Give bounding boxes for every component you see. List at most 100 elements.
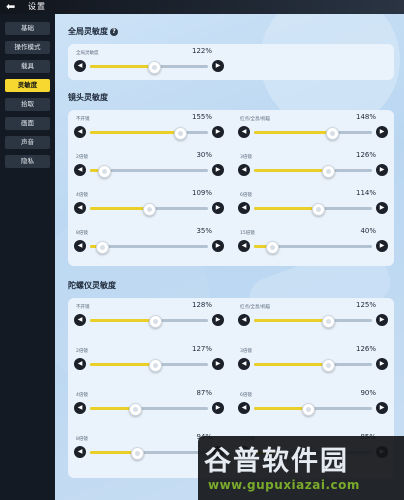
slider-thumb[interactable] [131,447,145,460]
slider-track[interactable] [90,359,208,372]
slider-label: 8倍镜 [76,231,88,236]
increase-icon[interactable]: ▶ [212,402,224,414]
slider-label: 15倍镜 [240,231,255,236]
slider-value: 128% [191,301,212,309]
slider-value: 127% [191,345,212,353]
slider-control: ◀▶ [238,358,388,372]
slider-thumb[interactable] [265,241,279,254]
slider-track[interactable] [90,447,208,460]
sensitivity-panel: 全局灵敏度? 全局灵敏度 122% ◀ ▶ 镜头灵敏度 不开镜 155% ◀ ▶ 红点/全息/… [60,14,398,500]
decrease-icon[interactable]: ◀ [238,314,250,326]
slider-track[interactable] [254,315,372,328]
decrease-icon[interactable]: ◀ [238,402,250,414]
slider-thumb[interactable] [148,359,162,372]
slider-track[interactable] [254,241,372,254]
gyro-slider-2: 2倍镜 127% ◀ ▶ [72,344,226,376]
menu-item-6[interactable]: 声音 [5,136,50,149]
slider-track[interactable] [90,61,208,74]
slider-control: ◀▶ [74,402,224,416]
slider-track[interactable] [90,403,208,416]
increase-icon[interactable]: ▶ [212,164,224,176]
increase-icon[interactable]: ▶ [376,126,388,138]
slider-control: ◀▶ [74,202,224,216]
global-slider-0: 全局灵敏度 122% ◀ ▶ [72,46,226,78]
decrease-icon[interactable]: ◀ [74,358,86,370]
slider-control: ◀▶ [238,402,388,416]
menu-item-4[interactable]: 拾取 [5,98,50,111]
slider-fill [90,65,154,68]
menu-item-0[interactable]: 基础 [5,22,50,35]
increase-icon[interactable]: ▶ [376,402,388,414]
slider-thumb[interactable] [128,403,142,416]
increase-icon[interactable]: ▶ [212,358,224,370]
decrease-icon[interactable]: ◀ [238,126,250,138]
slider-thumb[interactable] [302,403,316,416]
decrease-icon[interactable]: ◀ [238,240,250,252]
slider-thumb[interactable] [148,315,162,328]
decrease-icon[interactable]: ◀ [74,126,86,138]
slider-value: 90% [360,389,376,397]
slider-track[interactable] [254,165,372,178]
decrease-icon[interactable]: ◀ [74,202,86,214]
decrease-icon[interactable]: ◀ [74,60,86,72]
menu-item-2[interactable]: 载具 [5,60,50,73]
menu-item-3[interactable]: 灵敏度 [5,79,50,92]
scope-slider-6: 8倍镜 35% ◀ ▶ [72,226,226,258]
slider-thumb[interactable] [322,165,336,178]
slider-thumb[interactable] [311,203,325,216]
increase-icon[interactable]: ▶ [212,240,224,252]
increase-icon[interactable]: ▶ [212,60,224,72]
increase-icon[interactable]: ▶ [376,240,388,252]
slider-thumb[interactable] [147,61,161,74]
scope-slider-4: 4倍镜 109% ◀ ▶ [72,188,226,220]
slider-thumb[interactable] [143,203,156,216]
decrease-icon[interactable]: ◀ [74,446,86,458]
slider-fill [254,207,318,210]
slider-control: ◀▶ [238,240,388,254]
decrease-icon[interactable]: ◀ [238,164,250,176]
menu-item-7[interactable]: 隐私 [5,155,50,168]
decrease-icon[interactable]: ◀ [74,314,86,326]
slider-value: 125% [355,301,376,309]
increase-icon[interactable]: ▶ [376,164,388,176]
decrease-icon[interactable]: ◀ [74,240,86,252]
slider-thumb[interactable] [95,241,109,254]
increase-icon[interactable]: ▶ [376,358,388,370]
slider-thumb[interactable] [325,127,339,140]
slider-track[interactable] [90,241,208,254]
slider-track[interactable] [254,127,372,140]
decrease-icon[interactable]: ◀ [238,358,250,370]
menu-item-1[interactable]: 操作模式 [5,41,50,54]
increase-icon[interactable]: ▶ [212,202,224,214]
increase-icon[interactable]: ▶ [376,314,388,326]
increase-icon[interactable]: ▶ [376,202,388,214]
slider-fill [90,131,180,134]
decrease-icon[interactable]: ◀ [74,164,86,176]
slider-track[interactable] [90,165,208,178]
scope-slider-7: 15倍镜 40% ◀ ▶ [236,226,390,258]
back-arrow-icon[interactable]: ⬅ [6,1,15,13]
increase-icon[interactable]: ▶ [212,314,224,326]
decrease-icon[interactable]: ◀ [74,402,86,414]
slider-track[interactable] [90,203,208,216]
slider-thumb[interactable] [98,165,112,178]
help-icon[interactable]: ? [110,28,118,36]
slider-value: 30% [196,151,212,159]
slider-thumb[interactable] [322,359,336,372]
slider-thumb[interactable] [322,315,336,328]
gyro-slider-3: 3倍镜 126% ◀ ▶ [236,344,390,376]
slider-label: 6倍镜 [240,393,252,398]
slider-track[interactable] [254,203,372,216]
slider-track[interactable] [90,315,208,328]
increase-icon[interactable]: ▶ [212,126,224,138]
slider-value: 126% [355,345,376,353]
slider-thumb[interactable] [173,127,187,140]
slider-track[interactable] [90,127,208,140]
slider-track[interactable] [254,359,372,372]
slider-track[interactable] [254,403,372,416]
slider-label: 4倍镜 [76,193,88,198]
slider-value: 155% [191,113,212,121]
decrease-icon[interactable]: ◀ [238,202,250,214]
slider-label: 红点/全息/机瞄 [240,117,271,122]
menu-item-5[interactable]: 画面 [5,117,50,130]
